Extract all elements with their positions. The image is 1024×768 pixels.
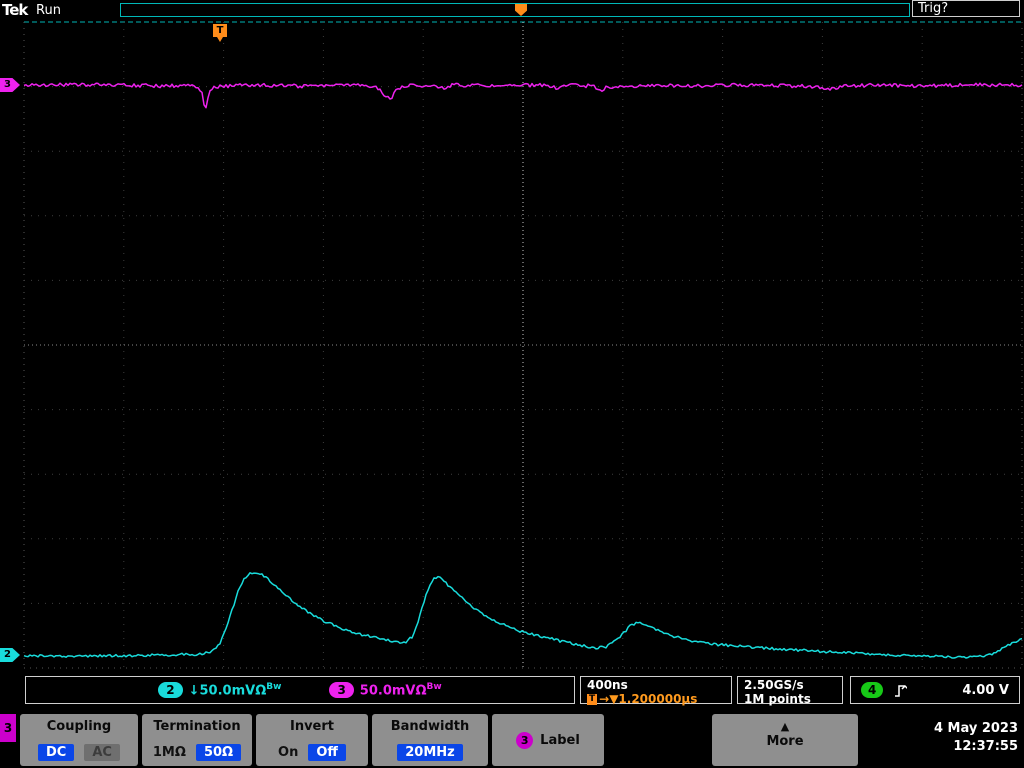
trigger-position-marker-icon[interactable] xyxy=(515,4,527,16)
ch3-badge: 3 xyxy=(329,681,354,698)
chevron-up-icon: ▲ xyxy=(780,720,790,733)
record-view-bar[interactable] xyxy=(120,3,910,17)
ch2-scale: ↓50.0mVΩBw xyxy=(188,681,282,699)
label-button[interactable]: 3 Label xyxy=(492,714,604,766)
channel-readout-box: 2 ↓50.0mVΩBw 3 50.0mVΩBw xyxy=(25,676,575,704)
termination-title: Termination xyxy=(153,719,241,734)
rising-edge-icon xyxy=(895,684,908,697)
ch3-readout[interactable]: 3 50.0mVΩBw xyxy=(329,681,442,699)
bandwidth-title: Bandwidth xyxy=(390,719,470,734)
time-value: 12:37:55 xyxy=(953,739,1018,754)
top-status-bar: Tek Run Trig? xyxy=(0,0,1024,20)
more-button[interactable]: ▲ More xyxy=(712,714,858,766)
label-channel-badge: 3 xyxy=(516,731,534,749)
trigger-level-value: 4.00 V xyxy=(962,682,1009,698)
ch3-ground-marker[interactable]: 3 xyxy=(0,78,20,92)
termination-1m-option[interactable]: 1MΩ xyxy=(153,745,186,760)
acquisition-readout-box: 2.50GS/s 1M points xyxy=(737,676,843,706)
ch3-scale: 50.0mVΩBw xyxy=(359,681,442,699)
ch2-readout[interactable]: 2 ↓50.0mVΩBw xyxy=(158,682,281,698)
trigger-t-icon: T xyxy=(587,693,598,705)
oscilloscope-screen: Tek Run Trig? 3 2 T 2 ↓50.0mVΩBw 3 50.0m… xyxy=(0,0,1024,768)
horizontal-readout-box: 400ns T →▼1.200000μs xyxy=(580,676,732,706)
date-value: 4 May 2023 xyxy=(933,721,1018,736)
label-text: Label xyxy=(540,732,580,748)
termination-50-option[interactable]: 50Ω xyxy=(195,744,242,761)
coupling-dc-option[interactable]: DC xyxy=(38,744,75,761)
delay-value: →▼1.200000μs xyxy=(599,692,698,706)
waveform-display xyxy=(23,21,1023,669)
invert-on-option[interactable]: On xyxy=(278,745,298,760)
acquisition-status: Run xyxy=(36,3,61,18)
trigger-status-box: Trig? xyxy=(912,0,1020,17)
tek-logo: Tek xyxy=(2,1,28,19)
trigger-time-flag-tip-icon xyxy=(217,37,223,42)
bandwidth-value-option[interactable]: 20MHz xyxy=(397,744,463,761)
timebase-value: 400ns xyxy=(587,678,628,692)
sample-rate: 2.50GS/s xyxy=(744,678,804,692)
bandwidth-button[interactable]: Bandwidth 20MHz xyxy=(372,714,488,766)
record-length: 1M points xyxy=(744,692,811,706)
coupling-title: Coupling xyxy=(46,719,112,734)
trigger-source-badge: 4 xyxy=(861,682,884,698)
coupling-button[interactable]: Coupling DC AC xyxy=(20,714,138,766)
ch2-ground-marker[interactable]: 2 xyxy=(0,648,20,662)
termination-button[interactable]: Termination 1MΩ 50Ω xyxy=(142,714,252,766)
trigger-status-label: Trig? xyxy=(918,1,949,16)
bottom-menu-bar: 3 Coupling DC AC Termination 1MΩ 50Ω Inv… xyxy=(0,712,1024,768)
active-channel-tab: 3 xyxy=(0,714,16,742)
delay-readout: T →▼1.200000μs xyxy=(587,692,725,706)
coupling-ac-option[interactable]: AC xyxy=(84,744,120,761)
invert-off-option[interactable]: Off xyxy=(308,744,346,761)
more-text: More xyxy=(766,734,804,749)
invert-button[interactable]: Invert On Off xyxy=(256,714,368,766)
datetime-display: 4 May 2023 12:37:55 xyxy=(872,720,1024,756)
invert-title: Invert xyxy=(289,719,334,734)
trigger-readout-box: 4 4.00 V xyxy=(850,676,1020,704)
ch2-badge: 2 xyxy=(158,681,183,698)
trigger-time-flag[interactable]: T xyxy=(213,24,227,37)
